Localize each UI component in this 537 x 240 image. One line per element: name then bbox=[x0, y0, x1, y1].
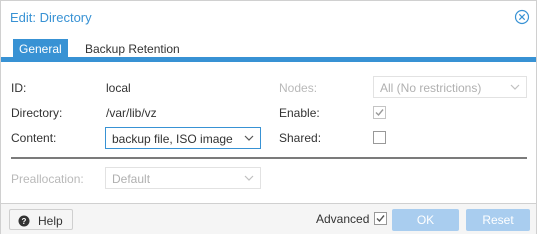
dialog-footer: ? Help Advanced OK Reset bbox=[1, 203, 536, 234]
question-circle-icon: ? bbox=[18, 215, 30, 227]
directory-label: Directory: bbox=[11, 106, 63, 120]
help-button-label: Help bbox=[38, 214, 63, 228]
content-label: Content: bbox=[11, 131, 57, 145]
id-value: local bbox=[106, 81, 131, 95]
nodes-label: Nodes: bbox=[279, 81, 318, 95]
directory-value: /var/lib/vz bbox=[106, 106, 157, 120]
close-icon[interactable] bbox=[514, 9, 530, 25]
enable-label: Enable: bbox=[279, 106, 320, 120]
chevron-down-icon bbox=[244, 175, 254, 181]
checkmark-icon bbox=[376, 215, 385, 223]
advanced-label: Advanced bbox=[316, 212, 370, 226]
preallocation-select-value: Default bbox=[112, 172, 151, 186]
checkmark-icon bbox=[375, 109, 384, 117]
ok-button[interactable]: OK bbox=[392, 209, 459, 231]
tab-general[interactable]: General bbox=[13, 39, 68, 60]
svg-text:?: ? bbox=[22, 217, 27, 226]
edit-directory-dialog: Edit: Directory General Backup Retention… bbox=[0, 0, 537, 234]
preallocation-label: Preallocation: bbox=[11, 172, 84, 186]
enable-checkbox[interactable] bbox=[373, 106, 386, 119]
chevron-down-icon bbox=[244, 135, 254, 141]
help-button[interactable]: ? Help bbox=[9, 209, 73, 230]
tab-backup-retention[interactable]: Backup Retention bbox=[79, 39, 186, 60]
advanced-checkbox[interactable] bbox=[374, 212, 387, 225]
reset-button[interactable]: Reset bbox=[466, 209, 530, 231]
id-label: ID: bbox=[11, 81, 27, 95]
nodes-select[interactable]: All (No restrictions) bbox=[373, 76, 527, 98]
nodes-select-value: All (No restrictions) bbox=[380, 81, 482, 95]
content-select-value: backup file, ISO image bbox=[112, 132, 233, 146]
shared-checkbox[interactable] bbox=[373, 131, 386, 144]
chevron-down-icon bbox=[510, 84, 520, 90]
preallocation-select[interactable]: Default bbox=[105, 167, 261, 189]
shared-label: Shared: bbox=[279, 131, 322, 145]
dialog-titlebar: Edit: Directory bbox=[1, 1, 536, 33]
tab-bar: General Backup Retention bbox=[1, 37, 536, 62]
content-select[interactable]: backup file, ISO image bbox=[105, 127, 261, 149]
general-form: ID: local Directory: /var/lib/vz Content… bbox=[1, 63, 536, 203]
dialog-title: Edit: Directory bbox=[10, 10, 92, 25]
advanced-separator bbox=[11, 157, 527, 159]
